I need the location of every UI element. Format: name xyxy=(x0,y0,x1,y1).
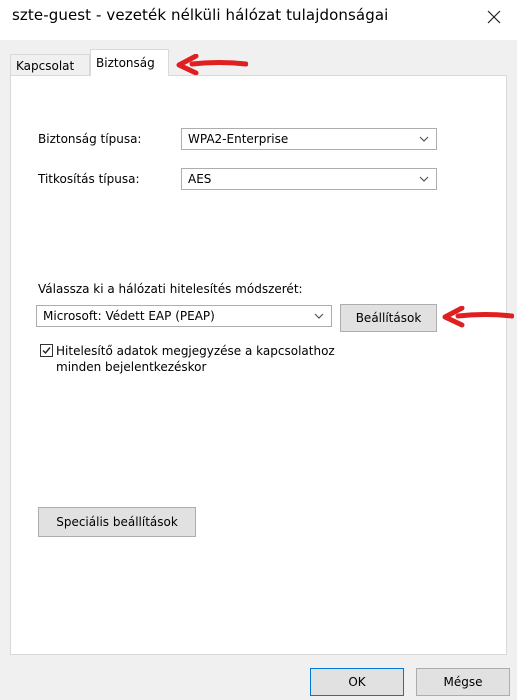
remember-credentials-line2: minden bejelentkezéskor xyxy=(56,360,207,374)
checkmark-icon xyxy=(42,347,51,355)
encryption-type-label: Titkosítás típusa: xyxy=(38,172,140,186)
title-bar: szte-guest - vezeték nélküli hálózat tul… xyxy=(0,0,517,40)
auth-method-value: Microsoft: Védett EAP (PEAP) xyxy=(43,309,215,323)
tab-kapcsolat[interactable]: Kapcsolat xyxy=(10,54,90,76)
tab-strip: Kapcsolat Biztonság xyxy=(10,48,507,76)
annotation-arrow-settings xyxy=(442,306,514,328)
ok-button[interactable]: OK xyxy=(310,668,404,696)
security-tab-panel: Biztonság típusa: WPA2-Enterprise Titkos… xyxy=(10,75,507,655)
annotation-arrow-tab xyxy=(176,54,248,76)
advanced-settings-button[interactable]: Speciális beállítások xyxy=(38,507,196,537)
security-type-label: Biztonság típusa: xyxy=(38,132,142,146)
remember-credentials-line1: Hitelesítő adatok megjegyzése a kapcsola… xyxy=(56,344,335,358)
security-type-select[interactable]: WPA2-Enterprise xyxy=(181,128,437,150)
auth-method-label: Válassza ki a hálózati hitelesítés módsz… xyxy=(38,282,303,296)
chevron-down-icon xyxy=(419,176,429,182)
properties-dialog: szte-guest - vezeték nélküli hálózat tul… xyxy=(0,0,517,700)
dialog-footer: OK Mégse xyxy=(0,655,517,700)
cancel-button[interactable]: Mégse xyxy=(416,668,510,696)
auth-method-select[interactable]: Microsoft: Védett EAP (PEAP) xyxy=(36,305,332,327)
close-icon xyxy=(487,10,501,24)
tab-biztonsag[interactable]: Biztonság xyxy=(90,49,169,76)
security-type-value: WPA2-Enterprise xyxy=(188,132,289,146)
chevron-down-icon xyxy=(419,136,429,142)
window-title: szte-guest - vezeték nélküli hálózat tul… xyxy=(12,6,389,24)
remember-credentials-checkbox[interactable] xyxy=(40,344,53,357)
auth-settings-button[interactable]: Beállítások xyxy=(340,304,437,332)
chevron-down-icon xyxy=(314,313,324,319)
encryption-type-value: AES xyxy=(188,172,212,186)
close-button[interactable] xyxy=(476,2,512,32)
encryption-type-select[interactable]: AES xyxy=(181,168,437,190)
